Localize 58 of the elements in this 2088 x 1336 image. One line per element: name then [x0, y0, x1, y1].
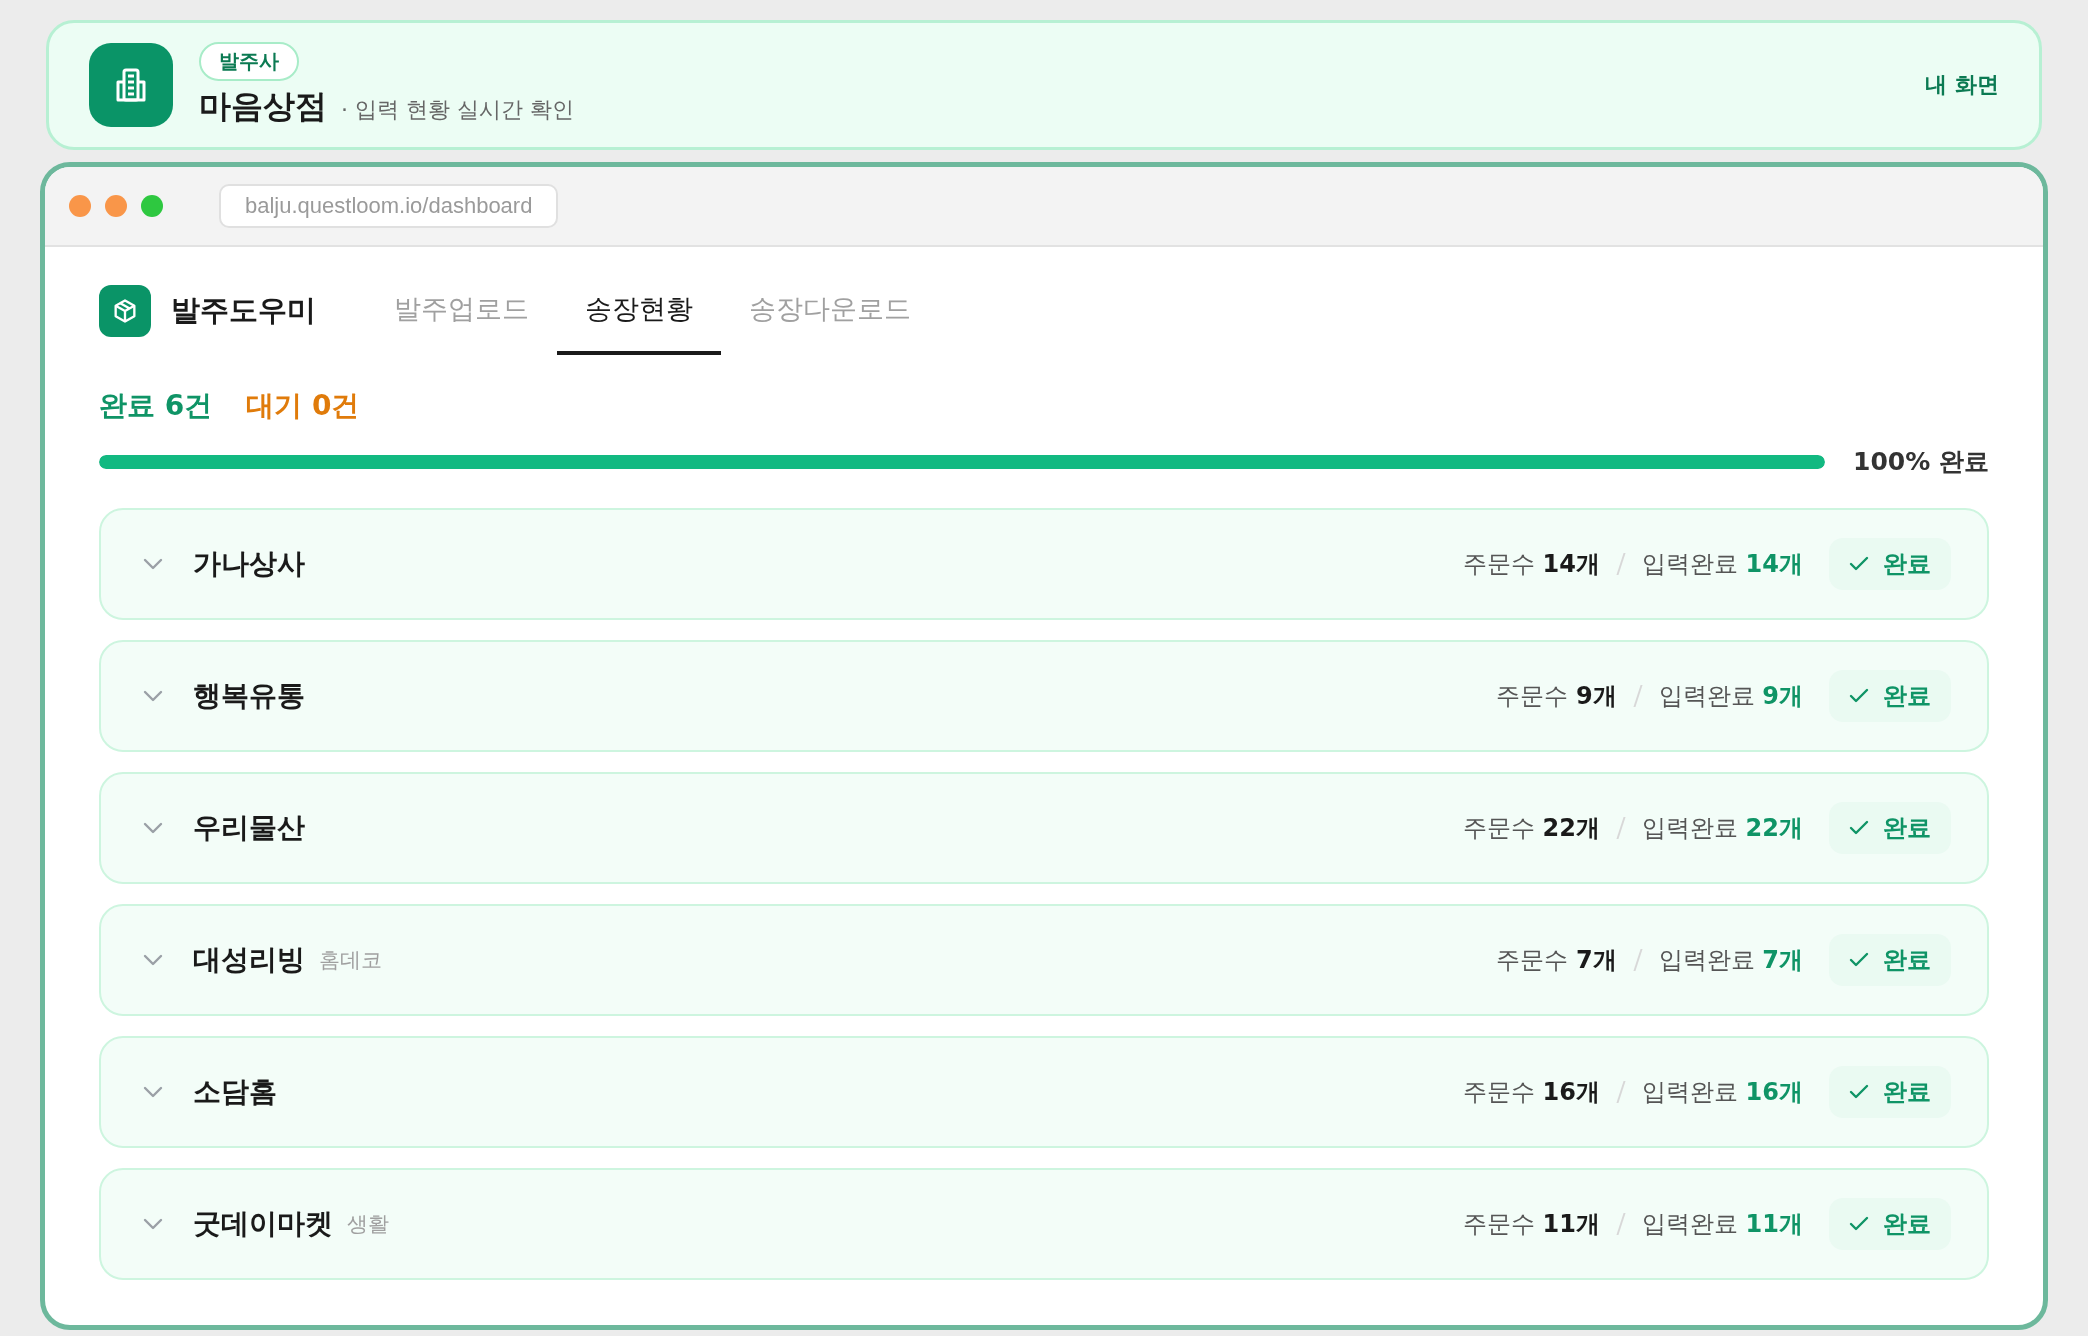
supplier-category: 홈데코 — [319, 947, 382, 974]
check-icon — [1849, 820, 1869, 836]
supplier-row[interactable]: 우리물산 주문수 22개 입력완료 22개 완료 — [99, 772, 1989, 884]
supplier-name: 우리물산 — [193, 810, 305, 846]
box-icon — [99, 285, 151, 337]
order-count: 주문수 11개 — [1462, 1209, 1600, 1240]
check-icon — [1849, 556, 1869, 572]
supplier-name: 대성리빙 — [193, 942, 305, 978]
supplier-name: 행복유통 — [193, 678, 305, 714]
supplier-name: 소담홈 — [193, 1074, 277, 1110]
input-count: 입력완료 16개 — [1641, 1077, 1803, 1108]
supplier-category: 생활 — [347, 1211, 389, 1238]
check-icon — [1849, 952, 1869, 968]
supplier-row[interactable]: 굿데이마켓 생활 주문수 11개 입력완료 11개 완료 — [99, 1168, 1989, 1280]
input-count: 입력완료 14개 — [1641, 549, 1803, 580]
role-badge: 발주사 — [199, 41, 299, 81]
store-name: 마음상점 — [199, 85, 327, 127]
nav-tab[interactable]: 송장현황 — [557, 267, 721, 355]
check-icon — [1849, 1216, 1869, 1232]
window-dot-icon[interactable] — [105, 195, 127, 217]
input-count: 입력완료 7개 — [1658, 945, 1803, 976]
supplier-row[interactable]: 대성리빙 홈데코 주문수 7개 입력완료 7개 완료 — [99, 904, 1989, 1016]
app-name: 발주도우미 — [171, 292, 316, 329]
status-text: 완료 — [1883, 681, 1931, 712]
supplier-name: 굿데이마켓 — [193, 1206, 333, 1242]
chevron-down-icon[interactable] — [143, 1086, 163, 1098]
order-count: 주문수 22개 — [1462, 813, 1600, 844]
check-icon — [1849, 1084, 1869, 1100]
input-count: 입력완료 22개 — [1641, 813, 1803, 844]
status-count: 대기 0건 — [246, 388, 360, 424]
status-text: 완료 — [1883, 1209, 1931, 1240]
status-count: 완료 6건 — [99, 388, 213, 424]
check-icon — [1849, 688, 1869, 704]
header-subtitle: · 입력 현황 실시간 확인 — [341, 95, 574, 124]
supplier-row[interactable]: 소담홈 주문수 16개 입력완료 16개 완료 — [99, 1036, 1989, 1148]
status-text: 완료 — [1883, 813, 1931, 844]
my-screen-link[interactable]: 내 화면 — [1925, 70, 1999, 100]
window-dot-icon[interactable] — [141, 195, 163, 217]
chevron-down-icon[interactable] — [143, 1218, 163, 1230]
status-text: 완료 — [1883, 1077, 1931, 1108]
progress-label: 100% 완료 — [1853, 446, 1989, 478]
order-count: 주문수 16개 — [1462, 1077, 1600, 1108]
status-text: 완료 — [1883, 549, 1931, 580]
chevron-down-icon[interactable] — [143, 822, 163, 834]
order-count: 주문수 14개 — [1462, 549, 1600, 580]
building-icon — [89, 43, 173, 127]
supplier-row[interactable]: 가나상사 주문수 14개 입력완료 14개 완료 — [99, 508, 1989, 620]
input-count: 입력완료 11개 — [1641, 1209, 1803, 1240]
status-text: 완료 — [1883, 945, 1931, 976]
supplier-name: 가나상사 — [193, 546, 305, 582]
supplier-row[interactable]: 행복유통 주문수 9개 입력완료 9개 완료 — [99, 640, 1989, 752]
order-count: 주문수 7개 — [1496, 945, 1617, 976]
chevron-down-icon[interactable] — [143, 558, 163, 570]
window-dot-icon[interactable] — [69, 195, 91, 217]
input-count: 입력완료 9개 — [1658, 681, 1803, 712]
order-count: 주문수 9개 — [1496, 681, 1617, 712]
chevron-down-icon[interactable] — [143, 954, 163, 966]
chevron-down-icon[interactable] — [143, 690, 163, 702]
